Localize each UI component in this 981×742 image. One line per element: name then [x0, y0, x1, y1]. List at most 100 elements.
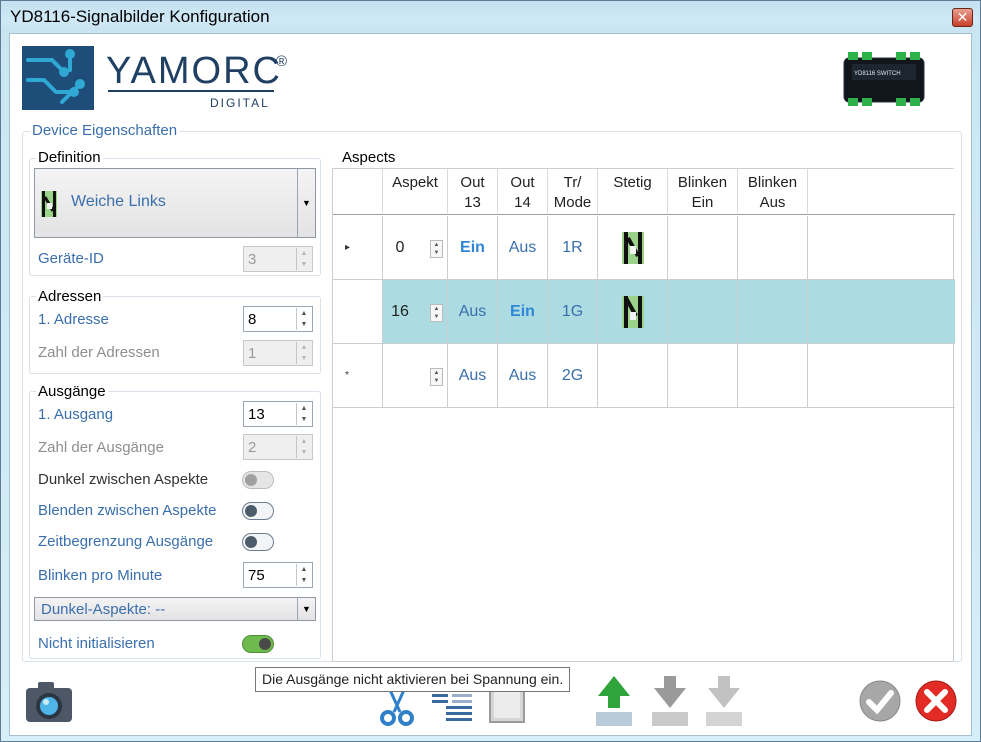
zahl-adressen-value: 1 — [248, 345, 257, 362]
cell-spinner[interactable]: ▲ ▼ — [430, 240, 443, 258]
cell-blinken-ein[interactable] — [668, 216, 738, 280]
move-up-icon[interactable] — [594, 674, 634, 726]
nicht-initialisieren-toggle[interactable] — [242, 635, 274, 653]
adressen-label: Adressen — [36, 288, 104, 305]
header-blinken-ein[interactable]: Blinken Ein — [668, 169, 738, 215]
cell-out14[interactable]: Aus — [498, 216, 548, 280]
chevron-down-icon[interactable]: ▼ — [297, 598, 315, 620]
cell-filler — [808, 216, 955, 280]
ausgaenge-label: Ausgänge — [36, 383, 108, 400]
ok-checkmark-icon[interactable] — [858, 679, 902, 723]
erste-adresse-label: 1. Adresse — [38, 311, 109, 328]
cell-stetig[interactable] — [598, 280, 668, 344]
erster-ausgang-value: 13 — [248, 406, 265, 423]
move-down-end-icon[interactable] — [704, 674, 744, 726]
spin-down-icon[interactable]: ▼ — [297, 353, 311, 364]
geraete-id-label: Geräte-ID — [38, 250, 104, 267]
cell-blinken-aus[interactable] — [738, 280, 808, 344]
cancel-x-icon[interactable] — [914, 679, 958, 723]
zeitbegrenzung-toggle[interactable] — [242, 533, 274, 551]
definition-selected: Weiche Links — [71, 193, 166, 210]
device-props-label: Device Eigenschaften — [30, 122, 180, 139]
turnout-left-icon — [41, 191, 57, 217]
blenden-zwischen-toggle[interactable] — [242, 502, 274, 520]
cell-out14[interactable]: Aus — [498, 344, 548, 408]
header-blinken-aus[interactable]: Blinken Aus — [738, 169, 808, 215]
definition-label: Definition — [36, 149, 103, 166]
cell-trmode[interactable]: 1G — [548, 280, 598, 344]
cell-blinken-aus[interactable] — [738, 216, 808, 280]
spin-down-icon[interactable]: ▼ — [297, 259, 311, 270]
cell-aspekt[interactable]: 0 ▲ ▼ — [383, 216, 448, 280]
erste-adresse-spinner[interactable]: 8 ▲ ▼ — [243, 306, 313, 332]
cell-blinken-ein[interactable] — [668, 344, 738, 408]
scissors-icon[interactable] — [376, 690, 418, 726]
brand-subtitle: DIGITAL — [210, 96, 270, 110]
geraete-id-spinner[interactable]: 3 ▲ ▼ — [243, 246, 313, 272]
blinken-pro-minute-spinner[interactable]: 75 ▲ ▼ — [243, 562, 313, 588]
row-marker[interactable] — [333, 280, 383, 344]
aspekt-value: 0 — [395, 239, 405, 256]
zahl-ausgaenge-spinner[interactable]: 2 ▲ ▼ — [243, 434, 313, 460]
cell-out13[interactable]: Ein — [448, 216, 498, 280]
zahl-adressen-spinner[interactable]: 1 ▲ ▼ — [243, 340, 313, 366]
cell-filler — [808, 280, 955, 344]
row-marker[interactable]: ▸ — [333, 216, 383, 280]
cell-out14[interactable]: Ein — [498, 280, 548, 344]
header-trmode[interactable]: Tr/ Mode — [548, 169, 598, 215]
geraete-id-value: 3 — [248, 251, 257, 268]
dunkel-aspekte-selected: Dunkel-Aspekte: -- — [41, 601, 166, 618]
zahl-ausgaenge-value: 2 — [248, 439, 257, 456]
spin-up-icon[interactable]: ▲ — [297, 342, 311, 353]
spin-up-icon[interactable]: ▲ — [297, 564, 311, 575]
header-stetig[interactable]: Stetig — [598, 169, 668, 215]
cell-filler — [808, 344, 955, 408]
spin-up-icon[interactable]: ▲ — [297, 248, 311, 259]
header-aspekt[interactable]: Aspekt — [383, 169, 448, 215]
cell-spinner[interactable]: ▲ ▼ — [430, 368, 443, 386]
zahl-adressen-label: Zahl der Adressen — [38, 344, 160, 361]
titlebar: YD8116-Signalbilder Konfiguration ✕ — [1, 1, 980, 33]
cell-stetig[interactable] — [598, 344, 668, 408]
dunkel-zwischen-label: Dunkel zwischen Aspekte — [38, 471, 209, 488]
nicht-initialisieren-label: Nicht initialisieren — [38, 635, 155, 652]
erster-ausgang-spinner[interactable]: 13 ▲ ▼ — [243, 401, 313, 427]
header-filler — [808, 169, 955, 215]
dunkel-aspekte-select[interactable]: Dunkel-Aspekte: -- ▼ — [34, 597, 316, 621]
spin-up-icon[interactable]: ▲ — [297, 403, 311, 414]
aspects-label: Aspects — [340, 149, 398, 166]
yamorc-logo-icon — [22, 46, 94, 110]
dialog-window: YD8116-Signalbilder Konfiguration ✕ YAMO… — [0, 0, 981, 742]
header-out13[interactable]: Out 13 — [448, 169, 498, 215]
spin-down-icon[interactable]: ▼ — [297, 447, 311, 458]
logo-rule — [108, 90, 274, 92]
spin-up-icon[interactable]: ▲ — [297, 308, 311, 319]
header-out14[interactable]: Out 14 — [498, 169, 548, 215]
device-image: YD8116 SWITCH — [843, 52, 925, 106]
cell-stetig[interactable] — [598, 216, 668, 280]
cell-aspekt[interactable]: ▲ ▼ — [383, 344, 448, 408]
cell-blinken-aus[interactable] — [738, 344, 808, 408]
camera-icon[interactable] — [24, 680, 74, 724]
chevron-down-icon[interactable]: ▼ — [297, 169, 315, 237]
definition-select[interactable]: Weiche Links ▼ — [34, 168, 316, 238]
spin-down-icon[interactable]: ▼ — [297, 414, 311, 425]
client-area: YAMORC ® DIGITAL YD8116 SWITCH Device Ei… — [9, 33, 972, 736]
aspekt-value: 16 — [391, 303, 409, 320]
cell-blinken-ein[interactable] — [668, 280, 738, 344]
move-down-icon[interactable] — [650, 674, 690, 726]
cell-aspekt[interactable]: 16 ▲ ▼ — [383, 280, 448, 344]
cell-spinner[interactable]: ▲ ▼ — [430, 304, 443, 322]
spin-up-icon[interactable]: ▲ — [297, 436, 311, 447]
cell-out13[interactable]: Aus — [448, 344, 498, 408]
cell-trmode[interactable]: 2G — [548, 344, 598, 408]
spin-down-icon[interactable]: ▼ — [297, 319, 311, 330]
close-button[interactable]: ✕ — [952, 8, 973, 27]
row-marker[interactable]: * — [333, 344, 383, 408]
cell-trmode[interactable]: 1R — [548, 216, 598, 280]
cell-out13[interactable]: Aus — [448, 280, 498, 344]
dunkel-zwischen-toggle[interactable] — [242, 471, 274, 489]
spin-down-icon[interactable]: ▼ — [297, 575, 311, 586]
tooltip: Die Ausgänge nicht aktivieren bei Spannu… — [255, 667, 571, 692]
blinken-pro-minute-value: 75 — [248, 567, 265, 584]
